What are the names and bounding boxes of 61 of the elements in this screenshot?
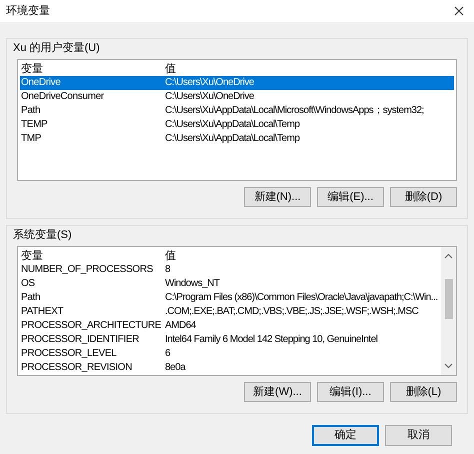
action-button[interactable]: 新建(W)...	[244, 382, 311, 402]
variable-row[interactable]: OneDrive C:\Users\Xu\OneDrive	[20, 76, 454, 90]
window-title: 环境变量	[6, 4, 50, 19]
dialog-button[interactable]: 取消	[385, 425, 452, 446]
variable-value: .COM;.EXE;.BAT;.CMD;.VBS;.VBE;.JS;.JSE;.WSF;.WSH;.MSC	[165, 305, 418, 319]
variable-row[interactable]: PROCESSOR_IDENTIFIER Intel64 Family 6 Model 142 Stepping 10, GenuineIntel	[20, 333, 441, 347]
variable-row[interactable]: TMP C:\Users\Xu\AppData\Local\Temp	[20, 132, 454, 146]
variable-row[interactable]: PROCESSOR_LEVEL 6	[20, 347, 441, 361]
variable-name: Path	[20, 104, 42, 118]
variable-name: Path	[20, 291, 42, 305]
variable-name: NUMBER_OF_PROCESSORS	[20, 263, 154, 277]
variable-row[interactable]: Path C:\Program Files (x86)\Common Files\Oracle\Java\javapath;C:\Win...	[20, 291, 441, 305]
variable-list[interactable]	[17, 246, 457, 376]
variable-name: OneDriveConsumer	[20, 90, 105, 104]
scrollbar[interactable]	[441, 247, 456, 375]
action-button[interactable]: 编辑(I)...	[317, 382, 384, 402]
variable-name: OS	[20, 277, 36, 291]
variable-value: AMD64	[165, 319, 196, 333]
variable-name: PATHEXT	[20, 305, 64, 319]
variable-name: PROCESSOR_REVISION	[20, 361, 133, 375]
variable-name: PROCESSOR_LEVEL	[20, 347, 118, 361]
action-button[interactable]: 删除(L)	[390, 382, 457, 402]
column-header[interactable]: 变量	[20, 62, 165, 76]
variable-name: OneDrive	[20, 76, 62, 90]
variable-value: C:\Users\Xu\AppData\Local\Microsoft\WindowsApps；system32;	[165, 104, 424, 118]
variable-row[interactable]: NUMBER_OF_PROCESSORS 8	[20, 263, 441, 277]
group-label: Xu 的用户变量(U)	[13, 41, 101, 55]
scrollbar-thumb[interactable]	[444, 279, 452, 319]
close-icon[interactable]	[454, 6, 464, 16]
variable-value: Intel64 Family 6 Model 142 Stepping 10, GenuineIntel	[165, 333, 378, 347]
scroll-up-icon[interactable]	[444, 253, 453, 259]
variable-value: C:\Users\Xu\AppData\Local\Temp	[165, 118, 300, 132]
group-label: 系统变量(S)	[13, 228, 73, 242]
column-header[interactable]: 值	[165, 62, 176, 76]
action-button[interactable]: 删除(D)	[390, 187, 457, 207]
column-header[interactable]: 值	[165, 249, 176, 263]
scroll-down-icon[interactable]	[444, 363, 453, 369]
variable-row[interactable]: TEMP C:\Users\Xu\AppData\Local\Temp	[20, 118, 454, 132]
variable-value: C:\Program Files (x86)\Common Files\Oracle\Java\javapath;C:\Win...	[165, 291, 438, 305]
variable-row[interactable]: PATHEXT .COM;.EXE;.BAT;.CMD;.VBS;.VBE;.JS;.JSE;.WSF;.WSH;.MSC	[20, 305, 441, 319]
action-button[interactable]: 编辑(E)...	[317, 187, 384, 207]
column-header[interactable]: 变量	[20, 249, 165, 263]
variable-value: 6	[165, 347, 170, 361]
variable-value: C:\Users\Xu\OneDrive	[165, 76, 254, 90]
variable-name: PROCESSOR_ARCHITECTURE	[20, 319, 162, 333]
variable-name: PROCESSOR_IDENTIFIER	[20, 333, 140, 347]
variable-value: C:\Users\Xu\AppData\Local\Temp	[165, 132, 300, 146]
variable-list[interactable]	[17, 59, 457, 181]
variable-name: TEMP	[20, 118, 48, 132]
variable-row[interactable]: OS Windows_NT	[20, 277, 441, 291]
action-button[interactable]: 新建(N)...	[244, 187, 311, 207]
variable-value: C:\Users\Xu\OneDrive	[165, 90, 254, 104]
variable-row[interactable]: OneDriveConsumer C:\Users\Xu\OneDrive	[20, 90, 454, 104]
variable-row[interactable]: PROCESSOR_REVISION 8e0a	[20, 361, 441, 375]
variable-value: 8	[165, 263, 170, 277]
dialog-button[interactable]: 确定	[312, 425, 379, 446]
variable-row[interactable]: Path C:\Users\Xu\AppData\Local\Microsoft\WindowsApps；system32;	[20, 104, 454, 118]
variable-value: 8e0a	[165, 361, 186, 375]
variable-name: TMP	[20, 132, 42, 146]
variable-row[interactable]: PROCESSOR_ARCHITECTURE AMD64	[20, 319, 441, 333]
variable-value: Windows_NT	[165, 277, 220, 291]
